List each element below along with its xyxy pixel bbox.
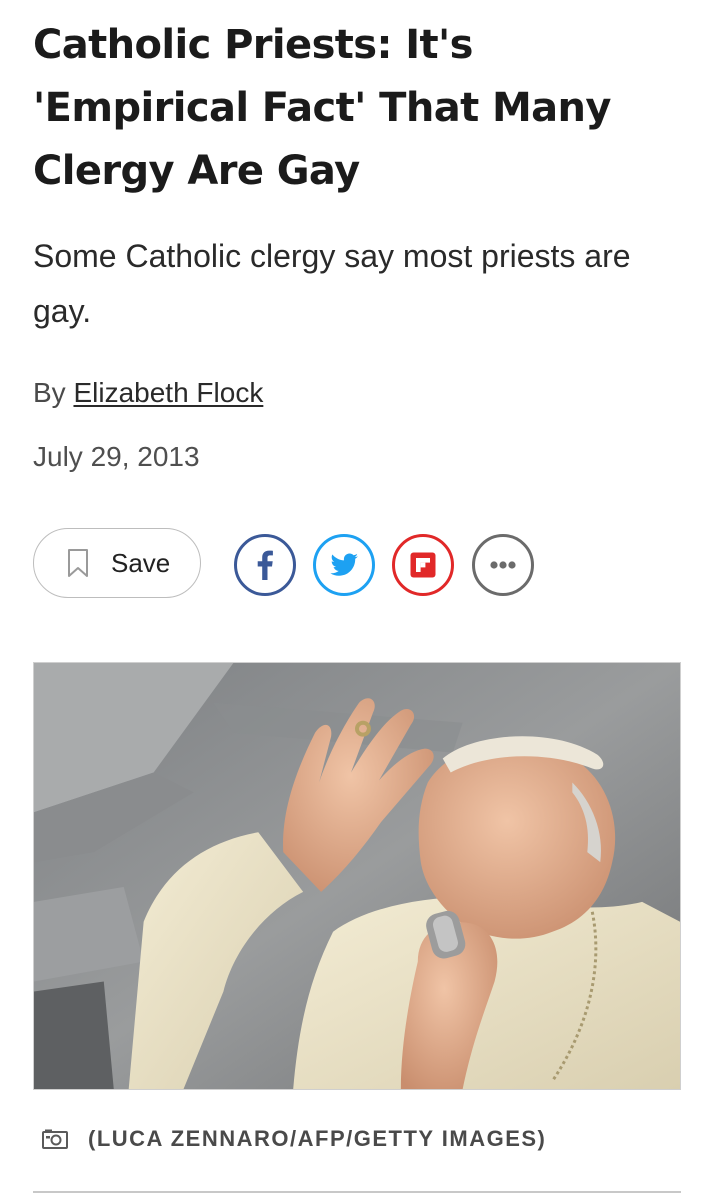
photo-credit: (LUCA ZENNARO/AFP/GETTY IMAGES) <box>42 1126 546 1152</box>
photo-illustration <box>34 663 680 1089</box>
headline: Catholic Priests: It's 'Empirical Fact' … <box>33 22 612 194</box>
share-flipboard-button[interactable] <box>392 534 454 596</box>
author-link[interactable]: Elizabeth Flock <box>73 377 263 408</box>
save-button[interactable]: Save <box>33 528 201 598</box>
byline-prefix: By <box>33 377 66 408</box>
flipboard-icon <box>392 534 454 596</box>
save-label: Save <box>111 547 171 578</box>
facebook-icon <box>234 534 296 596</box>
more-icon <box>472 534 534 596</box>
divider <box>33 1191 681 1193</box>
publish-date: July 29, 2013 <box>33 441 200 472</box>
article-photo <box>33 662 681 1090</box>
byline: By Elizabeth Flock <box>33 375 263 411</box>
share-facebook-button[interactable] <box>234 534 296 596</box>
camera-icon <box>42 1129 68 1149</box>
share-twitter-button[interactable] <box>313 534 375 596</box>
more-share-options-button[interactable] <box>472 534 534 596</box>
bookmark-icon <box>68 549 88 577</box>
photo-credit-text: (LUCA ZENNARO/AFP/GETTY IMAGES) <box>88 1126 547 1151</box>
dek: Some Catholic clergy say most priests ar… <box>33 238 631 329</box>
twitter-icon <box>313 534 375 596</box>
